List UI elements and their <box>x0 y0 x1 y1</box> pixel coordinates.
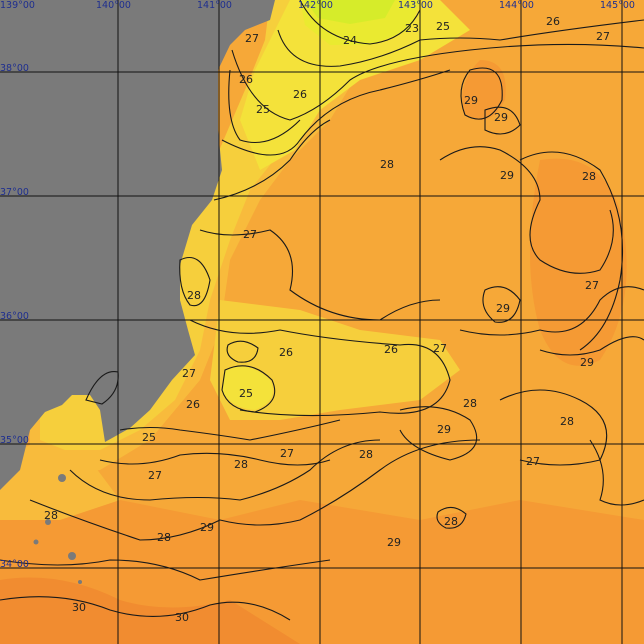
isotherm-label: 28 <box>380 158 394 171</box>
sst-map: 139°00 140°00 141°00 142°00 143°00 144°0… <box>0 0 644 644</box>
isotherm-label: 28 <box>187 289 201 302</box>
isotherm-label: 27 <box>596 30 610 43</box>
isotherm-label: 30 <box>175 611 189 624</box>
isotherm-label: 27 <box>433 342 447 355</box>
isotherm-label: 26 <box>239 73 253 86</box>
isotherm-label: 29 <box>580 356 594 369</box>
lon-label-141: 141°00 <box>197 0 232 11</box>
isotherm-label: 25 <box>142 431 156 444</box>
isotherm-label: 28 <box>359 448 373 461</box>
lat-label-35: 35°00 <box>0 435 29 446</box>
isotherm-label: 29 <box>500 169 514 182</box>
isotherm-label: 24 <box>343 34 357 47</box>
island-izu-1 <box>58 474 66 482</box>
isotherm-label: 28 <box>560 415 574 428</box>
isotherm-label: 29 <box>494 111 508 124</box>
lat-label-36: 36°00 <box>0 311 29 322</box>
isotherm-label: 26 <box>546 15 560 28</box>
isotherm-label: 28 <box>582 170 596 183</box>
isotherm-label: 26 <box>293 88 307 101</box>
isotherm-label: 25 <box>436 20 450 33</box>
map-canvas: 139°00 140°00 141°00 142°00 143°00 144°0… <box>0 0 644 644</box>
isotherm-label: 29 <box>437 423 451 436</box>
isotherm-label: 27 <box>585 279 599 292</box>
lon-label-139: 139°00 <box>0 0 35 11</box>
isotherm-label: 27 <box>182 367 196 380</box>
isotherm-label: 27 <box>245 32 259 45</box>
isotherm-label: 29 <box>496 302 510 315</box>
isotherm-label: 27 <box>280 447 294 460</box>
lon-label-142: 142°00 <box>298 0 333 11</box>
lon-label-143: 143°00 <box>398 0 433 11</box>
island-izu-3 <box>33 539 39 545</box>
lon-label-144: 144°00 <box>499 0 534 11</box>
isotherm-label: 30 <box>72 601 86 614</box>
isotherm-label: 29 <box>387 536 401 549</box>
isotherm-label: 28 <box>463 397 477 410</box>
isotherm-label: 27 <box>526 455 540 468</box>
island-izu-5 <box>78 580 82 584</box>
isotherm-label: 28 <box>157 531 171 544</box>
isotherm-label: 28 <box>234 458 248 471</box>
lat-label-34: 34°00 <box>0 559 29 570</box>
island-izu-4 <box>68 552 76 560</box>
isotherm-label: 28 <box>44 509 58 522</box>
isotherm-label: 29 <box>464 94 478 107</box>
isotherm-label: 26 <box>384 343 398 356</box>
isotherm-label: 23 <box>405 22 419 35</box>
isotherm-label: 29 <box>200 521 214 534</box>
isotherm-label: 27 <box>148 469 162 482</box>
lat-label-37: 37°00 <box>0 187 29 198</box>
lon-label-140: 140°00 <box>96 0 131 11</box>
lon-label-145: 145°00 <box>600 0 635 11</box>
isotherm-label: 28 <box>444 515 458 528</box>
isotherm-label: 26 <box>186 398 200 411</box>
lat-label-38: 38°00 <box>0 63 29 74</box>
isotherm-label: 25 <box>239 387 253 400</box>
isotherm-label: 26 <box>279 346 293 359</box>
isotherm-label: 25 <box>256 103 270 116</box>
isotherm-label: 27 <box>243 228 257 241</box>
